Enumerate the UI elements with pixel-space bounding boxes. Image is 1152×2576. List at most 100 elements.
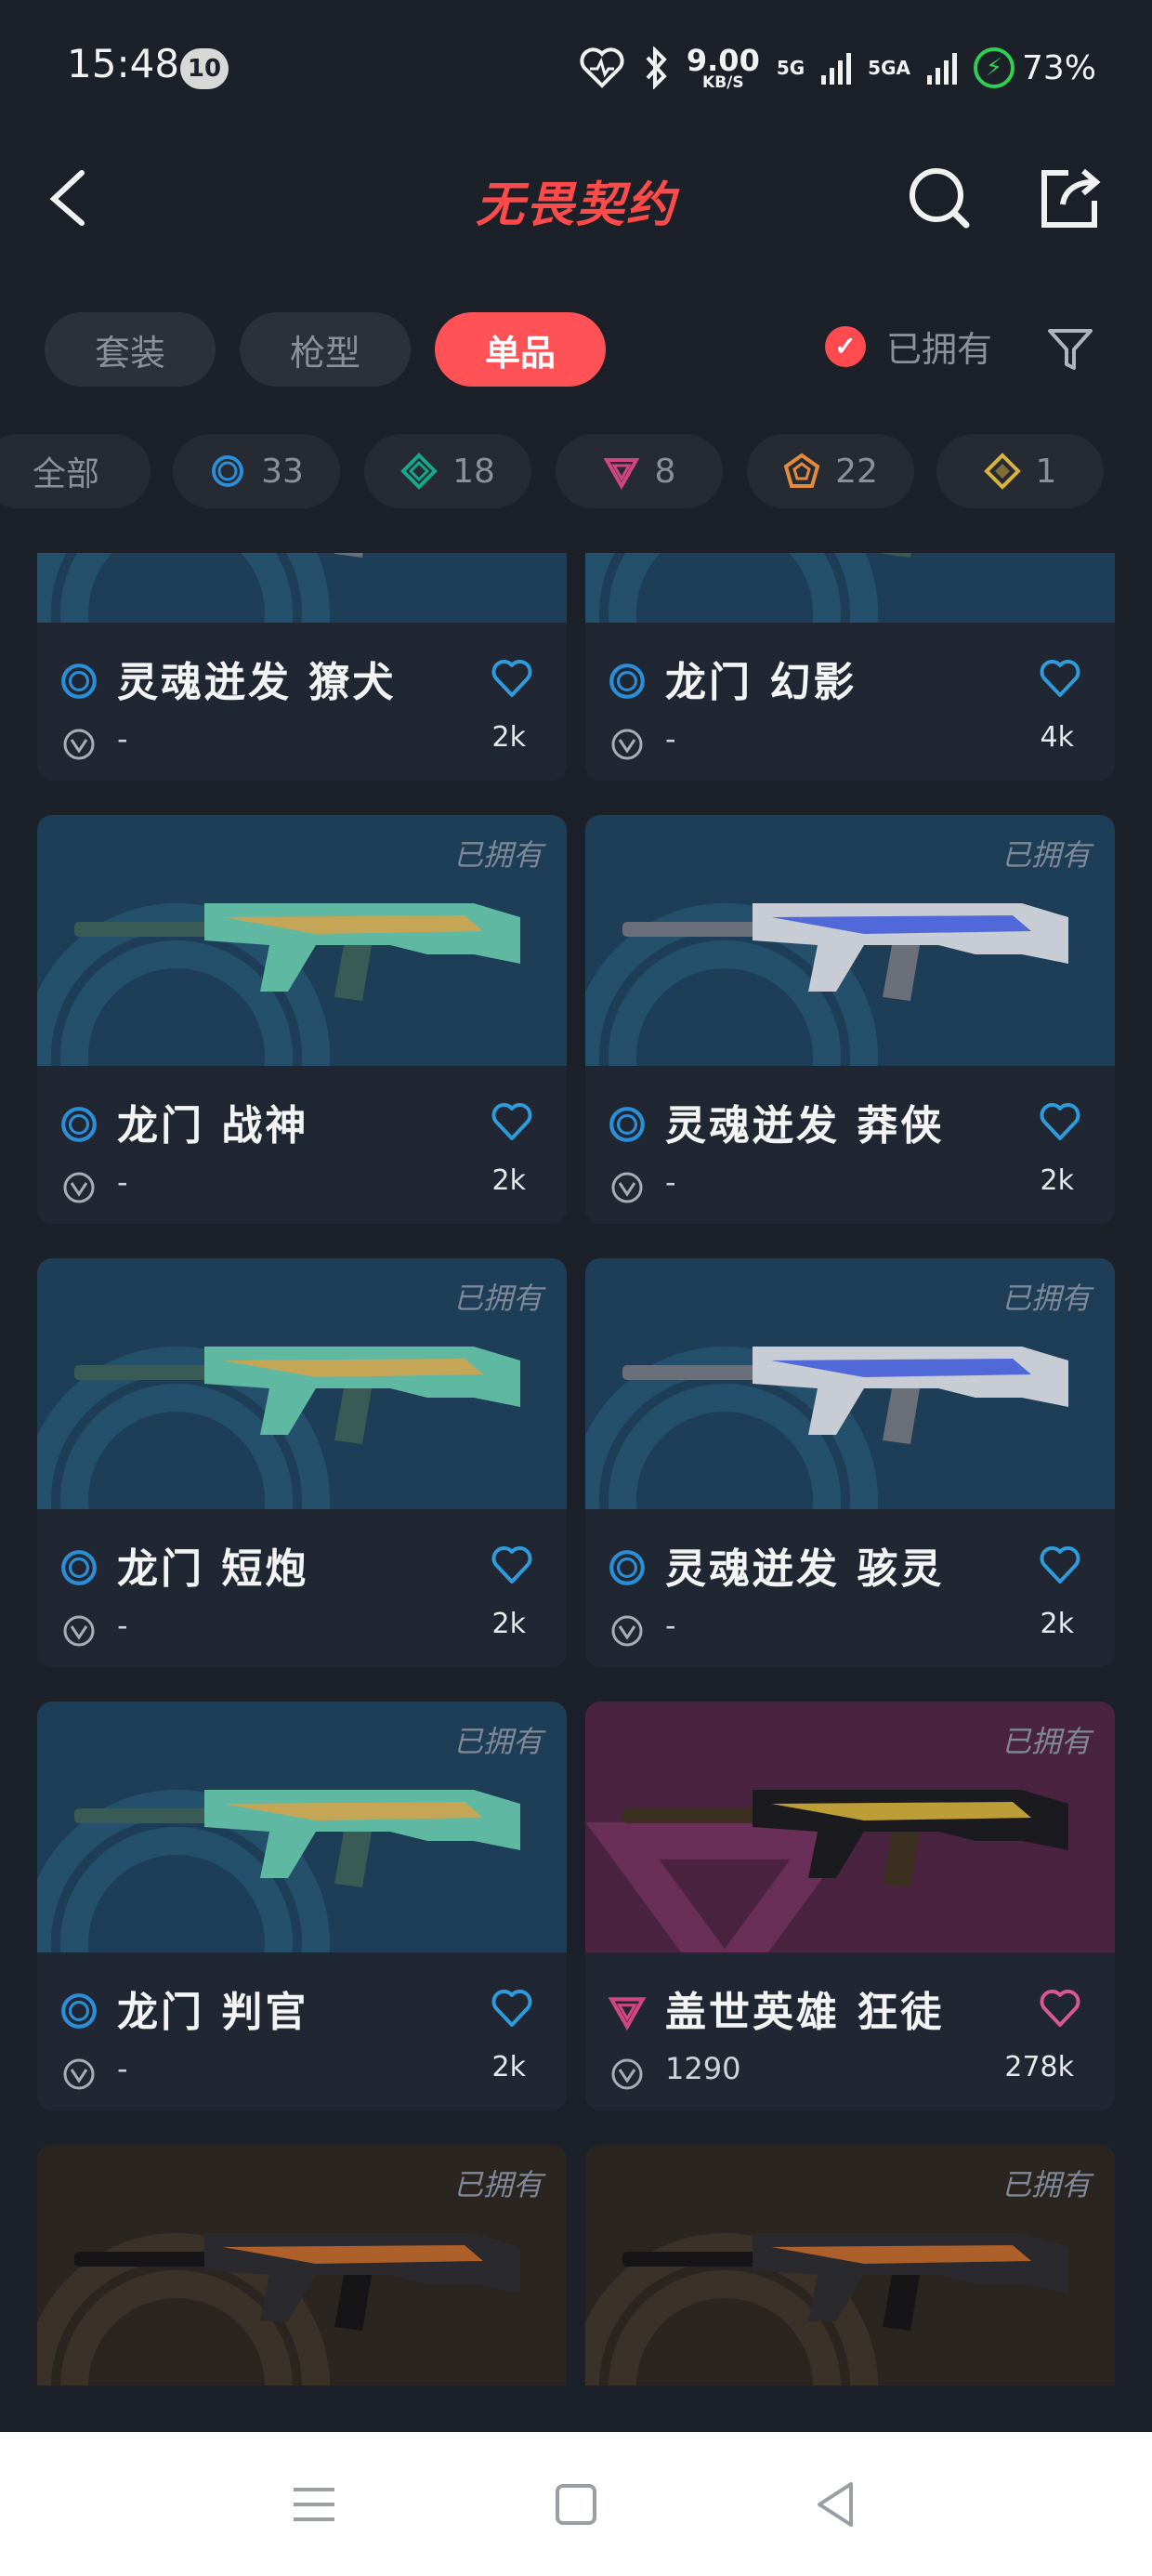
battery-indicator: ⚡ 73% <box>973 47 1096 88</box>
like-count: 2k <box>491 2051 526 2083</box>
skin-image: 已拥有 <box>585 1702 1115 1952</box>
valorant-points-icon <box>611 729 643 760</box>
tab-single-items[interactable]: 单品 <box>435 312 606 387</box>
weapon-illustration <box>37 553 363 623</box>
heart-icon[interactable] <box>491 658 533 699</box>
checkmark-icon: ✓ <box>825 325 866 367</box>
rarity-chip-select[interactable]: 33 <box>173 434 340 508</box>
skin-price: - <box>117 1608 128 1643</box>
owned-tag: 已拥有 <box>1001 1281 1091 1316</box>
skin-price: - <box>117 1164 128 1200</box>
signal-icon <box>821 51 852 85</box>
rarity-chip-exclusive[interactable]: 22 <box>747 434 914 508</box>
skin-image <box>37 553 567 623</box>
skin-info: 龙门 战神 - 2k <box>37 1066 567 1224</box>
skin-info: 灵魂迸发 骇灵 - 2k <box>585 1509 1115 1667</box>
owned-filter-toggle[interactable]: ✓ 已拥有 <box>825 321 992 372</box>
skin-image <box>585 553 1115 623</box>
skin-image: 已拥有 <box>37 1258 567 1509</box>
bluetooth-icon <box>646 46 667 89</box>
premium-tier-icon <box>603 458 639 490</box>
skin-info: 灵魂迸发 莽侠 - 2k <box>585 1066 1115 1224</box>
select-tier-icon <box>61 1993 97 2029</box>
owned-tag: 已拥有 <box>452 1724 543 1759</box>
like-count: 2k <box>491 721 526 754</box>
skin-info: 龙门 幻影 - 4k <box>585 623 1115 781</box>
skin-card[interactable]: 灵魂迸发 獠犬 - 2k <box>37 553 567 781</box>
share-button[interactable] <box>1031 160 1106 234</box>
skin-price: - <box>665 1608 676 1643</box>
tab-bundles[interactable]: 套装 <box>45 312 216 387</box>
skin-card[interactable]: 已拥有 龙门 战神 - 2k <box>37 815 567 1224</box>
skin-card[interactable]: 已拥有 龙门 短炮 - 2k <box>37 1258 567 1667</box>
tab-weapon-types[interactable]: 枪型 <box>240 312 411 387</box>
filter-button[interactable] <box>1046 325 1094 374</box>
skin-card[interactable]: 已拥有 <box>37 2145 567 2385</box>
skin-price: - <box>665 721 676 756</box>
owned-tag: 已拥有 <box>452 1281 543 1316</box>
rarity-chip-deluxe[interactable]: 18 <box>364 434 531 508</box>
premium-tier-icon <box>608 1997 647 2031</box>
heart-icon[interactable] <box>1039 658 1081 699</box>
skin-info: 灵魂迸发 獠犬 - 2k <box>37 623 567 781</box>
skin-image: 已拥有 <box>37 815 567 1066</box>
search-icon <box>910 168 970 229</box>
valorant-points-icon <box>63 729 95 760</box>
skin-name: 灵魂迸发 莽侠 <box>665 1102 945 1150</box>
skin-card[interactable]: 已拥有 龙门 判官 - 2k <box>37 1702 567 2110</box>
sim1-label: 5G <box>776 57 805 79</box>
owned-tag: 已拥有 <box>1001 2167 1091 2202</box>
skin-info: 龙门 判官 - 2k <box>37 1952 567 2110</box>
skin-card[interactable]: 已拥有 <box>585 2145 1115 2385</box>
notification-badge: 10 <box>180 48 229 89</box>
heart-icon[interactable] <box>1039 1544 1081 1585</box>
select-tier-icon <box>609 1550 645 1585</box>
skin-card[interactable]: 龙门 幻影 - 4k <box>585 553 1115 781</box>
category-tabs: 套装 枪型 单品 <box>45 312 606 387</box>
heart-pulse-icon <box>580 47 624 88</box>
menu-icon[interactable] <box>288 2478 340 2530</box>
heart-icon[interactable] <box>491 1544 533 1585</box>
like-count: 2k <box>491 1608 526 1640</box>
rarity-chip-ultra[interactable]: 1 <box>936 434 1104 508</box>
valorant-points-icon <box>63 1615 95 1647</box>
valorant-points-icon <box>63 2058 95 2090</box>
clock: 15:48 <box>67 41 180 86</box>
deluxe-tier-icon <box>400 453 438 490</box>
heart-icon[interactable] <box>1039 1101 1081 1142</box>
valorant-points-icon <box>611 1172 643 1203</box>
skin-price: - <box>117 2051 128 2086</box>
skin-name: 盖世英雄 狂徒 <box>665 1989 945 2036</box>
select-tier-icon <box>212 455 244 487</box>
skin-card[interactable]: 已拥有 灵魂迸发 莽侠 - 2k <box>585 815 1115 1224</box>
back-triangle-icon[interactable] <box>810 2478 862 2530</box>
sim2-label: 5GA <box>868 57 910 79</box>
heart-icon[interactable] <box>1039 1988 1081 2029</box>
owned-tag: 已拥有 <box>1001 1724 1091 1759</box>
skin-card[interactable]: 已拥有灵魂迸发 骇灵 - 2k <box>585 1258 1115 1667</box>
owned-filter-label: 已拥有 <box>886 329 993 370</box>
select-tier-icon <box>61 664 97 699</box>
skin-card[interactable]: 已拥有 盖世英雄 狂徒 1290 278k <box>585 1702 1115 2110</box>
like-count: 2k <box>1040 1164 1074 1197</box>
skin-name: 龙门 战神 <box>117 1102 309 1150</box>
page-title: 无畏契约 <box>475 177 676 233</box>
rarity-chip-all[interactable]: 全部 <box>0 434 151 508</box>
owned-tag: 已拥有 <box>452 2167 543 2202</box>
skin-price: - <box>117 721 128 756</box>
rarity-chip-premium[interactable]: 8 <box>556 434 723 508</box>
heart-icon[interactable] <box>491 1988 533 2029</box>
valorant-points-icon <box>611 2058 643 2090</box>
skin-name: 灵魂迸发 骇灵 <box>665 1545 945 1593</box>
ultra-tier-icon <box>983 453 1021 490</box>
home-square-icon[interactable] <box>550 2478 602 2530</box>
valorant-points-icon <box>611 1615 643 1647</box>
owned-tag: 已拥有 <box>452 837 543 873</box>
network-speed: 9.00 KB/S <box>686 42 760 92</box>
skin-name: 灵魂迸发 獠犬 <box>117 659 397 706</box>
status-icons: 9.00 KB/S 5G 5GA ⚡ 73% <box>579 35 1096 100</box>
exclusive-tier-icon <box>783 453 820 488</box>
search-button[interactable] <box>903 160 977 234</box>
heart-icon[interactable] <box>491 1101 533 1142</box>
like-count: 2k <box>1040 1608 1074 1640</box>
